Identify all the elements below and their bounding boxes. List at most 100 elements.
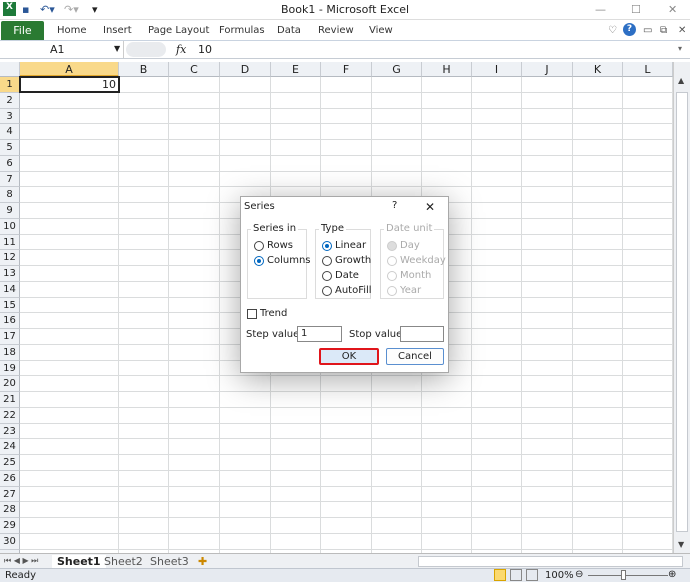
tab-view[interactable]: View (369, 25, 393, 36)
radio-rows[interactable]: Rows (254, 240, 293, 251)
radio-autofill[interactable]: AutoFill (322, 285, 372, 296)
radio-growth[interactable]: Growth (322, 255, 371, 266)
insert-sheet-icon[interactable]: ✚ (198, 555, 207, 568)
step-value-input[interactable]: 1 (297, 326, 342, 342)
dialog-close-button[interactable]: ✕ (425, 200, 435, 214)
row-header[interactable]: 10 (0, 218, 20, 235)
minimize-button[interactable]: — (595, 3, 606, 16)
row-header[interactable]: 17 (0, 329, 20, 345)
cancel-button[interactable]: Cancel (386, 348, 444, 365)
radio-label: Day (400, 240, 420, 251)
cell-A1[interactable]: 10 (19, 76, 120, 93)
row-header[interactable]: 23 (0, 423, 20, 440)
maximize-button[interactable]: ☐ (631, 3, 641, 16)
row-header[interactable]: 26 (0, 470, 20, 487)
column-header-C[interactable]: C (169, 62, 220, 77)
row-header[interactable]: 3 (0, 108, 20, 125)
row-header[interactable]: 19 (0, 360, 20, 377)
zoom-in-icon[interactable]: ⊕ (668, 569, 676, 580)
row-header[interactable]: 7 (0, 171, 20, 188)
expand-formula-bar-icon[interactable]: ▾ (678, 44, 682, 53)
row-header[interactable]: 15 (0, 297, 20, 314)
scroll-down-icon[interactable]: ▼ (678, 540, 684, 549)
zoom-slider-thumb[interactable] (621, 570, 626, 580)
column-header-L[interactable]: L (623, 62, 673, 77)
row-header[interactable]: 18 (0, 344, 20, 361)
close-button[interactable]: ✕ (668, 3, 677, 16)
column-header-I[interactable]: I (472, 62, 522, 77)
row-header[interactable]: 1 (0, 77, 20, 93)
heart-icon[interactable]: ♡ (608, 25, 617, 36)
trend-checkbox[interactable]: Trend (247, 308, 287, 319)
name-box-dropdown-icon[interactable]: ▼ (114, 44, 120, 53)
column-header-D[interactable]: D (220, 62, 271, 77)
row-header[interactable]: 16 (0, 313, 20, 329)
vertical-scroll-thumb[interactable] (676, 92, 688, 532)
tab-insert[interactable]: Insert (103, 25, 132, 36)
row-header[interactable]: 24 (0, 439, 20, 455)
zoom-level[interactable]: 100% (545, 570, 574, 581)
tab-review[interactable]: Review (318, 25, 354, 36)
column-header-H[interactable]: H (422, 62, 472, 77)
zoom-out-icon[interactable]: ⊖ (575, 569, 583, 580)
name-box[interactable]: A1 (0, 41, 124, 58)
column-header-J[interactable]: J (522, 62, 573, 77)
row-header[interactable]: 13 (0, 266, 20, 282)
row-header[interactable]: 12 (0, 250, 20, 266)
stop-value-input[interactable] (400, 326, 444, 342)
ok-button[interactable]: OK (319, 348, 379, 365)
tab-home[interactable]: Home (57, 25, 87, 36)
column-header-G[interactable]: G (372, 62, 422, 77)
vertical-scrollbar[interactable]: ▲ ▼ (673, 62, 690, 553)
ribbon-minimize-icon[interactable]: ▭ (643, 25, 652, 36)
row-header[interactable]: 28 (0, 502, 20, 518)
sheet-tab-sheet2[interactable]: Sheet2 (104, 555, 143, 568)
column-header-E[interactable]: E (271, 62, 321, 77)
formula-bar-handle[interactable] (126, 42, 166, 57)
select-all-corner[interactable] (0, 62, 20, 77)
formula-input[interactable]: 10 (198, 43, 212, 56)
sheet-tab-sheet1[interactable]: Sheet1 (52, 555, 106, 568)
row-header[interactable]: 11 (0, 234, 20, 251)
sheet-nav-icons[interactable]: ⏮ ◀ ▶ ⏭ (4, 556, 38, 566)
column-header-F[interactable]: F (321, 62, 372, 77)
row-header[interactable]: 25 (0, 455, 20, 471)
formula-bar: A1 ▼ fx 10 ▾ (0, 41, 690, 59)
row-header[interactable]: 4 (0, 124, 20, 140)
row-header[interactable]: 5 (0, 140, 20, 156)
row-header[interactable]: 6 (0, 155, 20, 172)
column-header-B[interactable]: B (119, 62, 169, 77)
row-header[interactable]: 21 (0, 392, 20, 408)
row-header[interactable]: 22 (0, 407, 20, 424)
scroll-up-icon[interactable]: ▲ (678, 76, 684, 85)
page-layout-view-icon[interactable] (510, 569, 522, 581)
radio-linear[interactable]: Linear (322, 240, 366, 251)
row-header[interactable]: 8 (0, 187, 20, 203)
tab-page-layout[interactable]: Page Layout (148, 25, 209, 36)
row-header[interactable]: 9 (0, 203, 20, 219)
sheet-tab-sheet3[interactable]: Sheet3 (150, 555, 189, 568)
radio-columns[interactable]: Columns (254, 255, 311, 266)
tab-file[interactable]: File (1, 21, 44, 40)
restore-icon[interactable]: ⧉ (660, 25, 667, 36)
stop-value-label: Stop value: (349, 329, 406, 340)
row-header[interactable]: 29 (0, 518, 20, 534)
dialog-help-button[interactable]: ? (392, 200, 397, 211)
horizontal-scrollbar[interactable] (418, 556, 683, 567)
radio-date[interactable]: Date (322, 270, 359, 281)
help-icon[interactable]: ? (623, 23, 636, 36)
row-header[interactable]: 14 (0, 281, 20, 298)
column-header-K[interactable]: K (573, 62, 623, 77)
page-break-view-icon[interactable] (526, 569, 538, 581)
column-header-A[interactable]: A (20, 62, 119, 77)
tab-formulas[interactable]: Formulas (219, 25, 265, 36)
close-workbook-icon[interactable]: ✕ (678, 25, 686, 36)
zoom-slider[interactable] (588, 575, 668, 576)
insert-function-icon[interactable]: fx (176, 43, 186, 56)
row-header[interactable]: 2 (0, 92, 20, 109)
row-header[interactable]: 20 (0, 376, 20, 392)
tab-data[interactable]: Data (277, 25, 301, 36)
row-header[interactable]: 27 (0, 486, 20, 503)
normal-view-icon[interactable] (494, 569, 506, 581)
row-header[interactable]: 30 (0, 533, 20, 550)
